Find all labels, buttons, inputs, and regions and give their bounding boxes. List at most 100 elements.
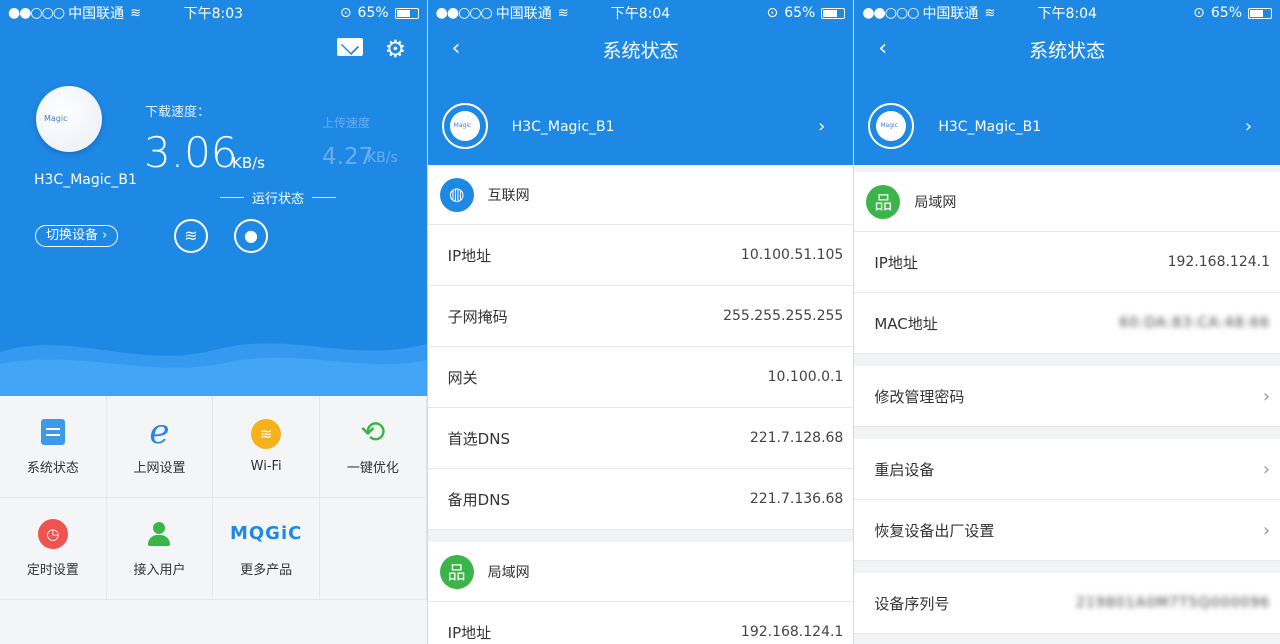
- grid-item-label: 更多产品: [240, 563, 293, 578]
- reboot-device-row[interactable]: 重启设备 ›: [854, 439, 1280, 500]
- lock-rotation-icon: ⊙: [339, 5, 352, 21]
- upload-speed-value: 4.27: [322, 144, 374, 170]
- row-label: IP地址: [874, 253, 918, 272]
- user-icon: [144, 519, 174, 549]
- signal-icon: ●●○○○: [8, 5, 65, 21]
- globe-icon: ◍: [439, 177, 474, 212]
- grid-item-connected-users[interactable]: 接入用户: [106, 498, 214, 600]
- wifi-toggle-icon[interactable]: ≋: [174, 219, 208, 253]
- chevron-right-icon: ›: [1262, 519, 1271, 541]
- row-value: 10.100.51.105: [740, 247, 844, 263]
- document-icon: [38, 417, 68, 447]
- download-speed-unit: KB/s: [232, 154, 265, 172]
- wifi-icon: ≋: [251, 419, 282, 449]
- row-label: MAC地址: [874, 314, 938, 333]
- wifi-status-icon: ≋: [984, 5, 996, 21]
- clock: 下午8:04: [1037, 6, 1097, 22]
- serial-row: 设备序列号 219801A0M7T5Q000096: [854, 573, 1280, 634]
- battery-percent: 65%: [1210, 5, 1243, 21]
- info-row: 网关 10.100.0.1: [427, 347, 854, 408]
- row-label: 首选DNS: [447, 429, 510, 448]
- info-row: 备用DNS 221.7.136.68: [427, 469, 854, 530]
- lock-rotation-icon: ⊙: [766, 5, 779, 21]
- chevron-right-icon: ›: [1244, 116, 1253, 137]
- grid-item-label: 接入用户: [133, 563, 186, 578]
- mail-icon[interactable]: [336, 38, 363, 56]
- download-speed-label: 下载速度：: [145, 105, 211, 120]
- section-header: ◍ 互联网: [427, 165, 854, 225]
- clock: 下午8:04: [610, 6, 671, 22]
- row-label: IP地址: [447, 246, 492, 265]
- network-icon: 品: [866, 184, 901, 219]
- battery-percent: 65%: [784, 5, 816, 21]
- switch-device-button[interactable]: 切换设备 ›: [35, 225, 119, 247]
- battery-icon: [1248, 7, 1273, 19]
- magic-logo-icon: MQGiC: [229, 523, 303, 544]
- section-title: 互联网: [487, 187, 530, 204]
- header: ●●○○○ 中国联通 ≋ 下午8:04 ⊙ 65% ‹ 系统状态 Magic H…: [854, 0, 1280, 165]
- grid-item-label: Wi-Fi: [250, 459, 282, 474]
- battery-icon: [821, 7, 846, 19]
- grid-item-optimize[interactable]: ⟲ 一键优化: [320, 396, 427, 498]
- grid-item-system-status[interactable]: 系统状态: [0, 396, 107, 498]
- device-row[interactable]: Magic H3C_Magic_B1 ›: [854, 94, 1280, 164]
- grid-item-internet-settings[interactable]: e 上网设置: [106, 396, 214, 498]
- grid-item-label: 系统状态: [26, 461, 79, 476]
- feature-grid: 系统状态 e 上网设置 ≋ Wi-Fi ⟲ 一键优化 ◷ 定时设置 接入用户 M…: [0, 396, 427, 644]
- row-label: IP地址: [447, 623, 492, 642]
- system-status-screen-scrolled: ●●○○○ 中国联通 ≋ 下午8:04 ⊙ 65% ‹ 系统状态 Magic H…: [853, 0, 1280, 644]
- wifi-status-icon: ≋: [130, 5, 141, 21]
- refresh-icon: ⟲: [360, 414, 386, 450]
- download-speed-value: 3.06: [144, 128, 238, 177]
- internet-section: ◍ 互联网 IP地址 10.100.51.105 子网掩码 255.255.255.…: [427, 165, 854, 530]
- upload-speed-unit: KB/s: [367, 150, 398, 166]
- wifi-status-icon: ≋: [557, 5, 569, 21]
- grid-item-label: 定时设置: [26, 563, 79, 578]
- device-image[interactable]: Magic: [36, 86, 102, 152]
- info-row: 首选DNS 221.7.128.68: [427, 408, 854, 469]
- info-row: IP地址 192.168.124.1: [428, 602, 854, 644]
- settings-gear-icon[interactable]: ⚙: [385, 37, 407, 61]
- grid-empty-cell: [320, 498, 427, 600]
- grid-item-schedule[interactable]: ◷ 定时设置: [0, 498, 107, 600]
- network-icon: 品: [439, 554, 474, 589]
- lock-rotation-icon: ⊙: [1193, 5, 1205, 21]
- row-value: 10.100.0.1: [767, 369, 844, 385]
- device-name: H3C_Magic_B1: [511, 119, 615, 135]
- device-logo: Magic: [880, 122, 898, 129]
- device-name: H3C_Magic_B1: [938, 119, 1042, 135]
- row-label: 子网掩码: [447, 307, 508, 326]
- info-row: MAC地址 60:DA:83:CA:48:66: [854, 293, 1280, 354]
- status-bar: ●●○○○ 中国联通 ≋ 下午8:03 ⊙ 65%: [0, 0, 427, 26]
- page-title: 系统状态: [1029, 40, 1106, 62]
- device-thumbnail: Magic: [868, 103, 915, 149]
- grid-item-label: 上网设置: [133, 461, 186, 476]
- row-value: 192.168.124.1: [1167, 254, 1271, 270]
- header: ●●○○○ 中国联通 ≋ 下午8:04 ⊙ 65% ‹ 系统状态 Magic H…: [427, 0, 854, 165]
- carrier-label: 中国联通: [922, 6, 979, 22]
- chevron-right-icon: ›: [1262, 458, 1271, 480]
- device-actions-section: 重启设备 › 恢复设备出厂设置 ›: [854, 439, 1280, 561]
- battery-percent: 65%: [357, 5, 389, 21]
- change-password-row[interactable]: 修改管理密码 ›: [854, 366, 1280, 427]
- serial-value-blurred: 219801A0M7T5Q000096: [1076, 595, 1271, 611]
- device-logo: Magic: [44, 114, 68, 123]
- chevron-right-icon: ›: [102, 228, 108, 243]
- lan-section: 品 局域网 IP地址 192.168.124.1 MAC地址 60:DA:83:CA…: [854, 172, 1280, 354]
- status-bar: ●●○○○ 中国联通 ≋ 下午8:04 ⊙ 65%: [428, 0, 854, 26]
- run-status-label: 运行状态: [220, 188, 337, 207]
- section-header: 品 局域网: [427, 542, 854, 602]
- device-row[interactable]: Magic H3C_Magic_B1 ›: [428, 94, 854, 164]
- info-row: IP地址 192.168.124.1: [854, 232, 1280, 293]
- section-title: 局域网: [487, 564, 530, 581]
- light-bulb-icon[interactable]: ●: [234, 219, 268, 253]
- row-value: 221.7.136.68: [749, 491, 844, 507]
- grid-item-wifi[interactable]: ≋ Wi-Fi: [213, 396, 320, 498]
- row-label: 设备序列号: [874, 594, 950, 613]
- row-label: 恢复设备出厂设置: [874, 521, 995, 540]
- grid-item-label: 一键优化: [346, 461, 399, 476]
- factory-reset-row[interactable]: 恢复设备出厂设置 ›: [854, 500, 1280, 561]
- carrier-label: 中国联通: [68, 6, 125, 22]
- grid-item-more-products[interactable]: MQGiC 更多产品: [213, 498, 320, 600]
- chevron-right-icon: ›: [818, 116, 826, 137]
